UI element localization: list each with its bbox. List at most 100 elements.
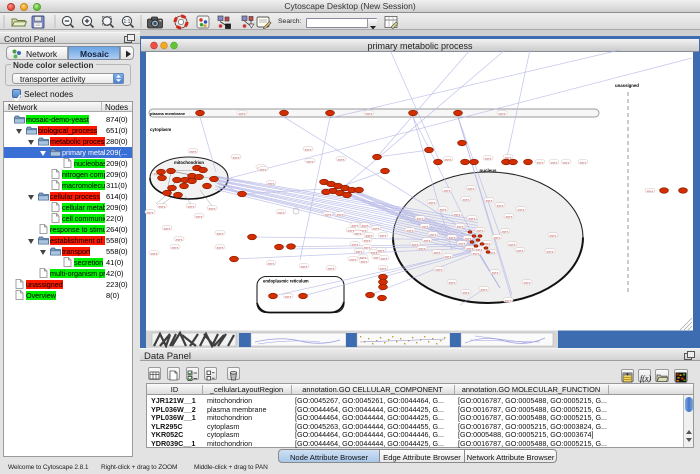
svg-text:xxx-x: xxx-x [278,210,285,214]
svg-text:xxx-x: xxx-x [301,264,308,268]
svg-text:xxx-x: xxx-x [563,160,570,164]
svg-text:xxx-x: xxx-x [484,241,491,245]
svg-text:xxx-x: xxx-x [364,238,371,242]
svg-text:xxx-x: xxx-x [580,160,587,164]
svg-text:xxx-x: xxx-x [362,223,369,227]
svg-text:xxx-x: xxx-x [355,231,362,235]
svg-text:xxx-x: xxx-x [366,233,373,237]
svg-text:xxx-x: xxx-x [551,160,558,164]
svg-text:xxx-x: xxx-x [412,242,419,246]
svg-text:xxx-x: xxx-x [217,231,224,235]
svg-text:xxx-x: xxx-x [468,186,475,190]
svg-text:xxx-x: xxx-x [524,280,531,284]
svg-text:xxx-x: xxx-x [356,249,363,253]
svg-text:xxx-x: xxx-x [449,235,456,239]
svg-text:xxx-x: xxx-x [494,235,501,239]
svg-text:xxx-x: xxx-x [509,242,516,246]
svg-text:xxx-x: xxx-x [361,259,368,263]
svg-text:unassigned: unassigned [615,83,639,88]
svg-text:xxx-x: xxx-x [485,156,492,160]
svg-text:xxx-x: xxx-x [537,160,544,164]
svg-text:xxx-x: xxx-x [473,251,480,255]
svg-text:xxx-x: xxx-x [159,204,166,208]
svg-text:xxx-x: xxx-x [647,189,654,193]
svg-text:xxx-x: xxx-x [338,157,345,161]
svg-text:1:1: 1:1 [124,19,131,25]
svg-text:nucleus: nucleus [479,168,497,173]
svg-text:xxx-x: xxx-x [444,188,451,192]
svg-text:xxx-x: xxx-x [505,155,512,159]
svg-text:xxx-x: xxx-x [366,111,373,115]
svg-text:xxx-x: xxx-x [486,198,493,202]
svg-text:xxx-x: xxx-x [547,249,554,253]
svg-text:xxx-x: xxx-x [380,266,387,270]
svg-text:xxx-x: xxx-x [381,256,388,260]
svg-text:xxx-x: xxx-x [239,111,246,115]
svg-text:xxx-x: xxx-x [463,197,470,201]
svg-text:plasma membrane: plasma membrane [150,111,186,116]
svg-text:xxx-x: xxx-x [502,229,509,233]
svg-text:xxx-x: xxx-x [457,224,464,228]
svg-text:xxx-x: xxx-x [463,290,470,294]
svg-text:xxx-x: xxx-x [417,216,424,220]
svg-text:xxx-x: xxx-x [380,233,387,237]
svg-text:xxx-x: xxx-x [436,267,443,271]
svg-text:xxx-x: xxx-x [378,248,385,252]
svg-text:xxx-x: xxx-x [430,232,437,236]
svg-text:xxx-x: xxx-x [506,214,513,218]
svg-text:xxx-x: xxx-x [459,241,466,245]
svg-text:xxx-x: xxx-x [147,210,154,214]
svg-text:xxx-x: xxx-x [422,224,429,228]
svg-text:xxx-x: xxx-x [434,250,441,254]
svg-text:xxx-x: xxx-x [352,242,359,246]
svg-text:xxx-x: xxx-x [268,261,275,265]
svg-text:xxx-x: xxx-x [328,266,335,270]
svg-text:xxx-x: xxx-x [217,245,224,249]
svg-text:xxx-x: xxx-x [449,280,456,284]
svg-text:xxx-x: xxx-x [337,212,344,216]
svg-text:xxx-x: xxx-x [481,287,488,291]
svg-text:xxx-x: xxx-x [164,226,171,230]
svg-text:xxx-x: xxx-x [350,257,357,261]
svg-text:xxx-x: xxx-x [285,294,292,298]
svg-text:xxx-x: xxx-x [465,236,472,240]
svg-text:xxx-x: xxx-x [424,238,431,242]
svg-text:xxx-x: xxx-x [151,251,158,255]
svg-text:xxx-x: xxx-x [497,203,504,207]
svg-text:xxx-x: xxx-x [305,147,312,151]
svg-text:xxx-x: xxx-x [188,204,195,208]
svg-text:xxx-x: xxx-x [190,149,197,153]
svg-text:xxx-x: xxx-x [233,155,240,159]
svg-text:xxx-x: xxx-x [419,246,426,250]
svg-text:xxx-x: xxx-x [476,247,483,251]
svg-text:f(x): f(x) [640,374,651,383]
svg-text:xxx-x: xxx-x [467,246,474,250]
svg-text:xxx-x: xxx-x [196,214,203,218]
svg-text:xxx-x: xxx-x [373,226,380,230]
svg-text:endoplasmic reticulum: endoplasmic reticulum [263,279,309,284]
svg-text:xxx-x: xxx-x [260,167,267,171]
svg-text:cytoplasm: cytoplasm [150,127,171,132]
svg-text:xxx-x: xxx-x [445,157,452,161]
svg-text:xxx-x: xxx-x [352,223,359,227]
svg-text:xxx-x: xxx-x [505,298,512,302]
svg-text:xxx-x: xxx-x [440,207,447,211]
svg-text:xxx-x: xxx-x [492,270,499,274]
svg-text:xxx-x: xxx-x [550,233,557,237]
svg-text:xxx-x: xxx-x [364,245,371,249]
svg-text:xxx-x: xxx-x [445,254,452,258]
svg-text:xxx-x: xxx-x [517,248,524,252]
svg-text:primary metabolic process: primary metabolic process [367,41,473,51]
svg-text:xxx-x: xxx-x [176,237,183,241]
svg-text:xxx-x: xxx-x [325,212,332,216]
svg-text:xxx-x: xxx-x [407,228,414,232]
svg-text:xxx-x: xxx-x [454,212,461,216]
svg-text:xxx-x: xxx-x [172,245,179,249]
svg-text:xxx-x: xxx-x [477,228,484,232]
svg-text:xxx-x: xxx-x [209,206,216,210]
svg-text:xxx-x: xxx-x [268,181,275,185]
svg-text:xxx-x: xxx-x [307,159,314,163]
svg-text:mitochondrion: mitochondrion [174,160,204,165]
svg-text:xxx-x: xxx-x [429,200,436,204]
svg-text:xxx-x: xxx-x [499,111,506,115]
